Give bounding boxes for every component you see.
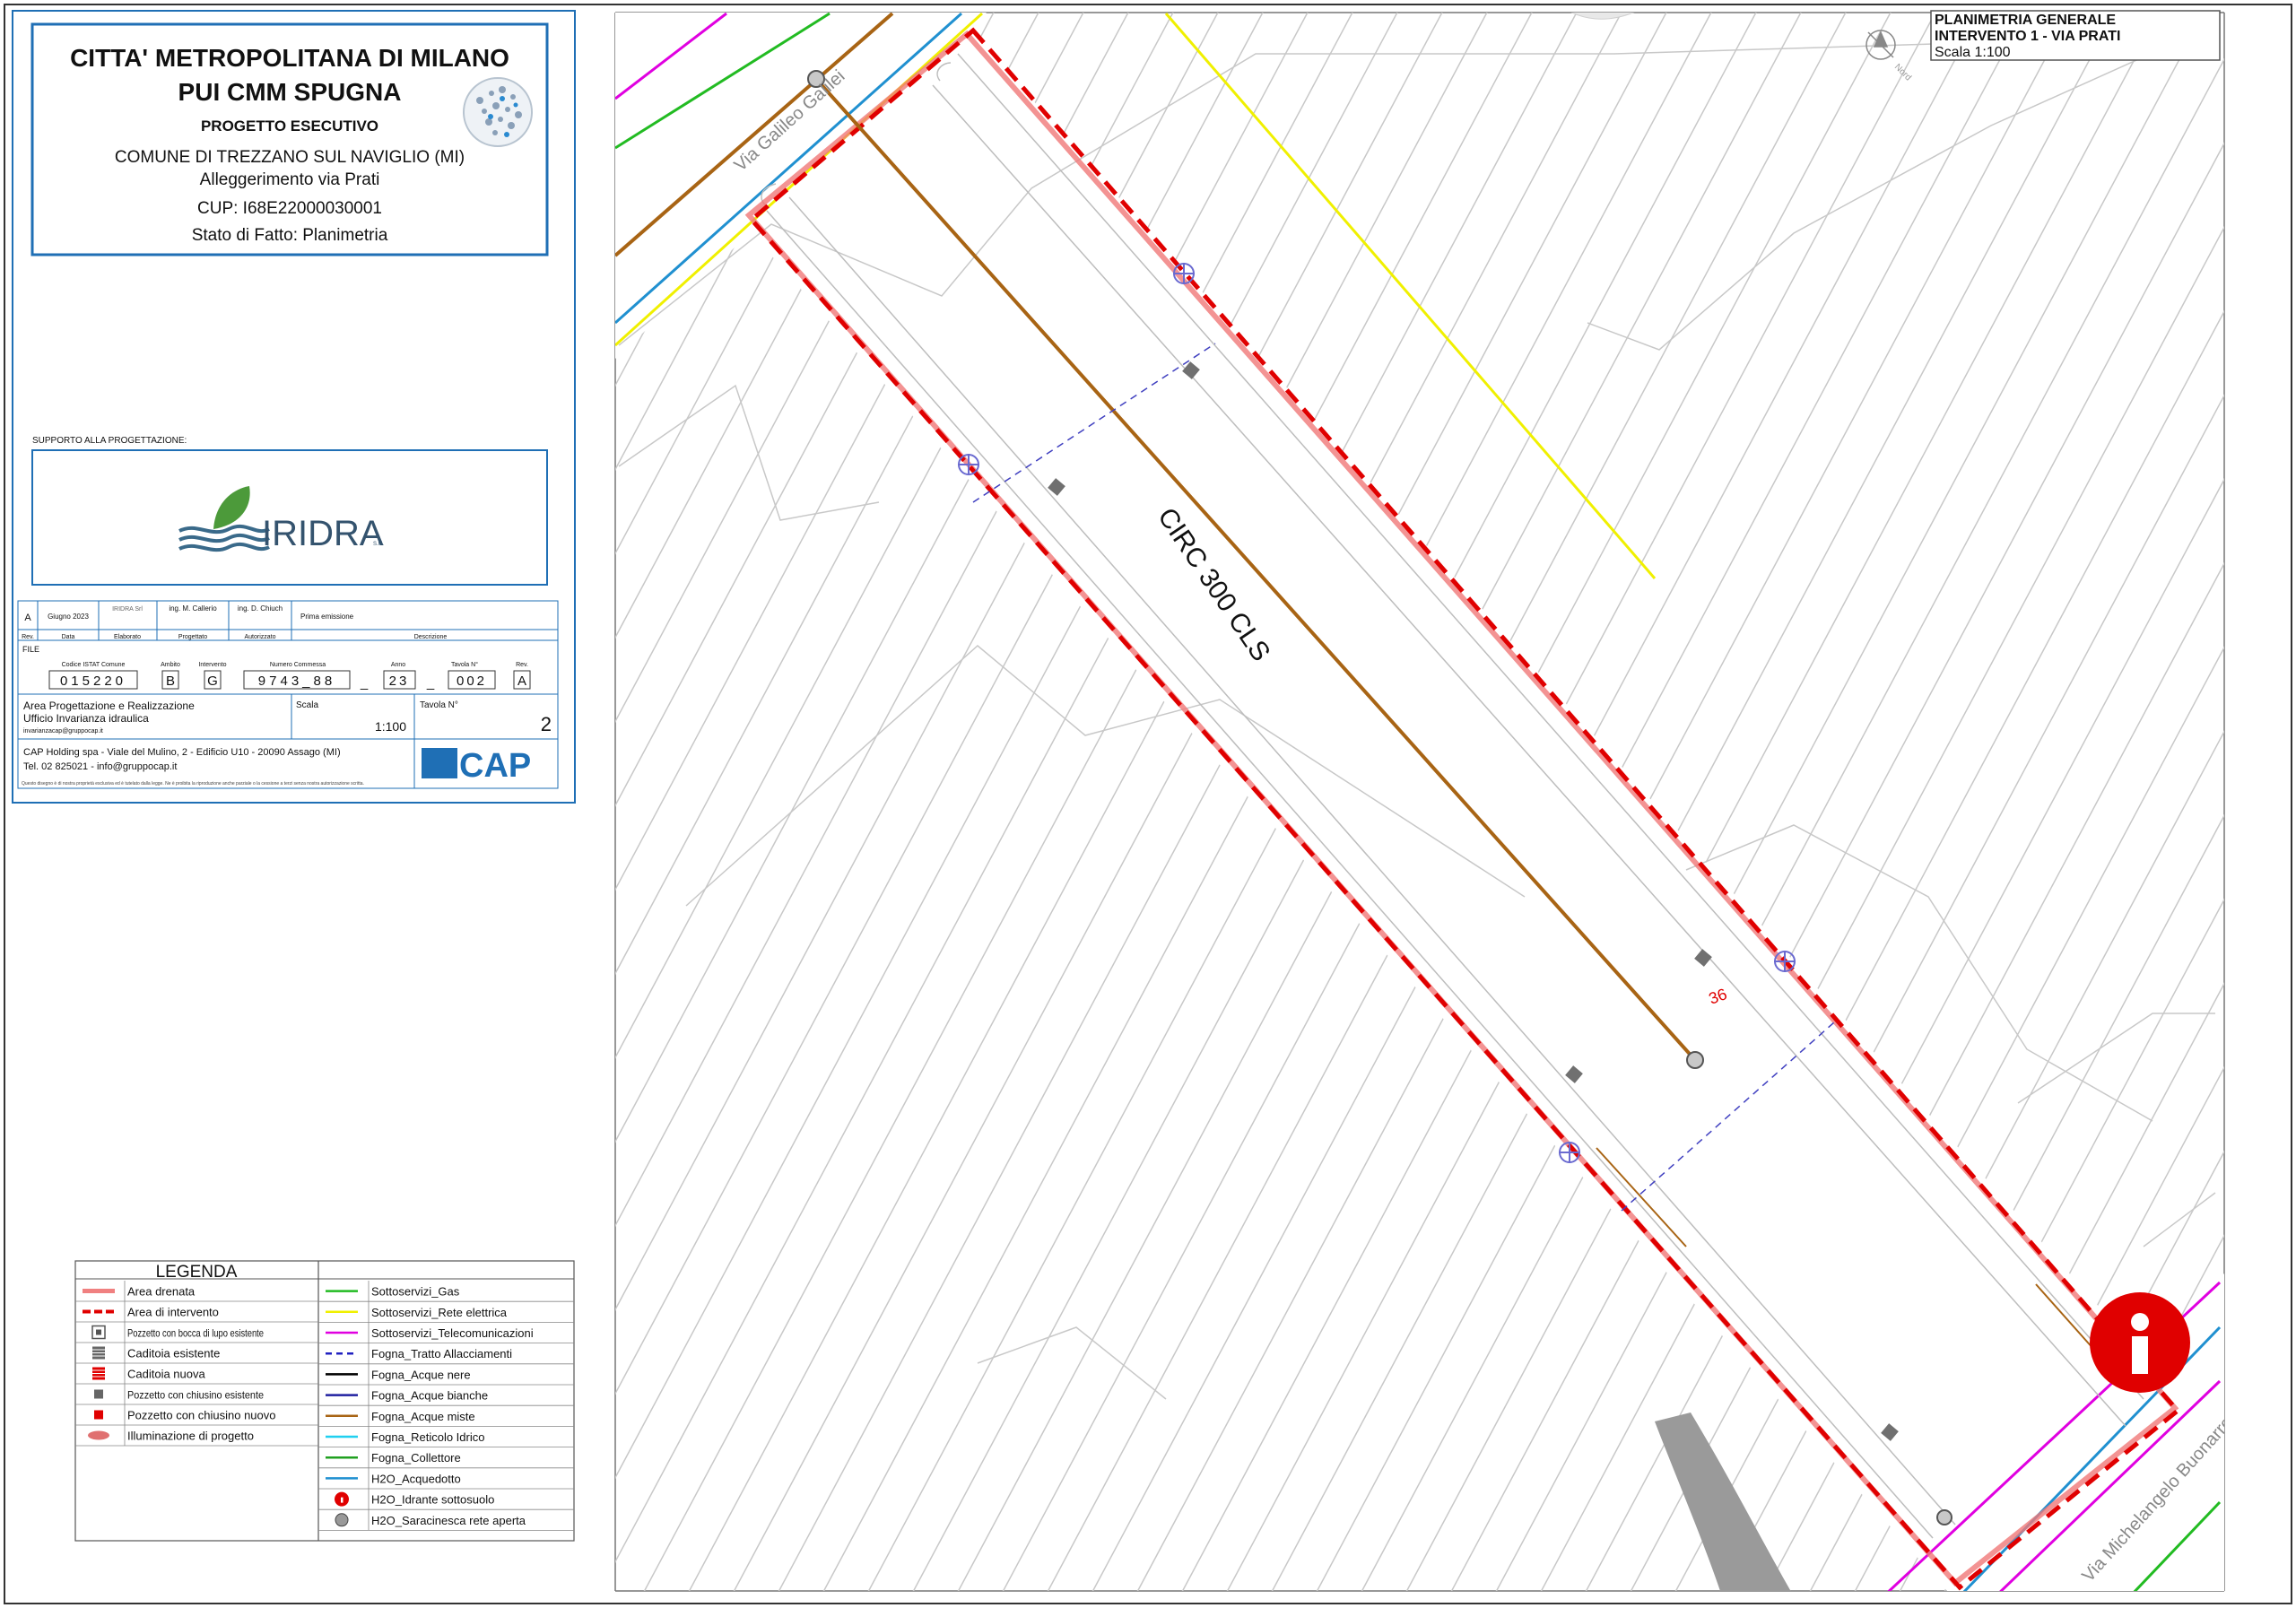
drawing-sheet: Nord Via Galileo Galilei Via Michelangel… [4, 4, 2292, 1604]
title-block: CITTA' METROPOLITANA DI MILANO PUI CMM S… [12, 10, 576, 804]
legend-label: Pozzetto con bocca di lupo esistente [127, 1327, 264, 1340]
sheet-header: PLANIMETRIA GENERALE INTERVENTO 1 - VIA … [1930, 10, 2221, 61]
legend-label: Caditoia esistente [127, 1347, 220, 1360]
svg-text:S.r.l.: S.r.l. [373, 542, 384, 547]
office-scala: 1:100 [375, 719, 406, 734]
legend-label: Fogna_Collettore [371, 1451, 461, 1465]
legend-label: Pozzetto con chiusino nuovo [127, 1409, 276, 1422]
svg-text:Rev.: Rev. [22, 634, 34, 640]
office-ufficio: Ufficio Invarianza idraulica [23, 712, 149, 725]
sheet-header-title: PLANIMETRIA GENERALE [1935, 13, 2116, 28]
legend-label: Pozzetto con chiusino esistente [127, 1389, 264, 1402]
file-commessa: 9743_88 [258, 674, 335, 689]
file-tavola: 002 [457, 674, 487, 689]
valve-bottom [1686, 1051, 1704, 1069]
legend-symbol [335, 1491, 349, 1507]
file-intervento: G [207, 674, 218, 689]
legend-label: Fogna_Reticolo Idrico [371, 1430, 484, 1444]
rev-value: A [24, 613, 31, 623]
office-contact: Tel. 02 825021 - info@gruppocap.it [23, 761, 177, 772]
office-tavola: 2 [541, 713, 552, 735]
legend-label: Area di intervento [127, 1306, 219, 1319]
svg-text:_: _ [360, 675, 369, 691]
legend-label: Fogna_Acque miste [371, 1410, 475, 1423]
svg-text:FILE: FILE [22, 645, 39, 654]
hydrant-symbol [2090, 1292, 2190, 1393]
svg-text:Elaborato: Elaborato [114, 634, 141, 640]
svg-text:Progettato: Progettato [178, 634, 207, 640]
legend-label: H2O_Idrante sottosuolo [371, 1493, 494, 1507]
office-holding: CAP Holding spa - Viale del Mulino, 2 - … [23, 747, 341, 758]
legend-symbol [335, 1513, 349, 1527]
pipe-circ-300 [814, 77, 1697, 1062]
legend-label: Caditoia nuova [127, 1368, 205, 1381]
rev-elaborato: IRIDRA Srl [112, 606, 143, 613]
title-line3: PROGETTO ESECUTIVO [201, 117, 378, 135]
svg-text:Ambito: Ambito [161, 662, 180, 668]
rev-autorizzato: ing. D. Chiuch [238, 604, 283, 613]
rev-progettato: ing. M. Callerio [169, 604, 217, 613]
legend-label: H2O_Acquedotto [371, 1472, 461, 1485]
title-cup: CUP: I68E22000030001 [197, 199, 382, 218]
svg-text:Tavola N°: Tavola N° [420, 700, 458, 710]
legend-label: Area drenata [127, 1285, 196, 1299]
supporto-label: SUPPORTO ALLA PROGETTAZIONE: [32, 436, 187, 446]
legend-label: H2O_Saracinesca rete aperta [371, 1514, 526, 1527]
legend-symbol [92, 1367, 105, 1380]
sheet-header-subtitle: INTERVENTO 1 - VIA PRATI [1935, 29, 2120, 44]
office-area: Area Progettazione e Realizzazione [23, 700, 195, 712]
office-email: invarianzacap@gruppocap.it [23, 728, 103, 734]
legend-label: Sottoservizi_Rete elettrica [371, 1306, 508, 1319]
iridra-logo-text: IRIDRA [262, 514, 384, 553]
road-area-grey [1655, 1412, 1791, 1591]
file-anno: 23 [389, 674, 410, 689]
file-ambito: B [166, 674, 175, 689]
legend-symbol [92, 1346, 105, 1360]
rev-descrizione: Prima emissione [300, 613, 354, 621]
legend-label: Fogna_Tratto Allacciamenti [371, 1347, 512, 1360]
svg-text:Data: Data [62, 634, 75, 640]
rev-data: Giugno 2023 [48, 613, 89, 621]
spugna-logo [463, 77, 533, 147]
svg-text:Intervento: Intervento [198, 662, 226, 668]
title-stato: Stato di Fatto: Planimetria [192, 226, 388, 245]
svg-text:Tavola N°: Tavola N° [451, 661, 478, 668]
title-line2: PUI CMM SPUGNA [178, 78, 402, 106]
file-istat: 015220 [60, 674, 126, 689]
title-line1: CITTA' METROPOLITANA DI MILANO [70, 44, 509, 72]
legend-label: Sottoservizi_Telecomunicazioni [371, 1326, 534, 1340]
disclaimer: Questo disegno è di nostra proprietà esc… [22, 781, 364, 787]
legend-label: Sottoservizi_Gas [371, 1285, 460, 1299]
svg-text:Descrizione: Descrizione [414, 634, 448, 640]
title-comune: COMUNE DI TREZZANO SUL NAVIGLIO (MI) [115, 148, 465, 167]
legend-symbol [88, 1430, 109, 1440]
legend-label: Fogna_Acque nere [371, 1368, 471, 1381]
svg-text:Rev.: Rev. [516, 662, 528, 668]
file-rev: A [517, 674, 526, 689]
legend-label: Illuminazione di progetto [127, 1430, 254, 1443]
north-label: Nord [1892, 62, 1913, 83]
svg-text:GRUPPO: GRUPPO [408, 752, 413, 775]
legend-title: LEGENDA [156, 1263, 238, 1282]
svg-text:Anno: Anno [391, 662, 405, 668]
legend-symbol [94, 1410, 103, 1420]
cap-logo-text: CAP [459, 747, 531, 785]
legend: LEGENDA Area drenata Area di intervento Po… [74, 1260, 575, 1542]
svg-text:Scala: Scala [296, 700, 318, 710]
svg-text:Autorizzato: Autorizzato [244, 634, 275, 640]
sheet-header-scale: Scala 1:100 [1935, 45, 2011, 60]
legend-label: Fogna_Acque bianche [371, 1389, 488, 1403]
svg-text:Codice ISTAT Comune: Codice ISTAT Comune [62, 662, 126, 668]
legend-symbol [94, 1389, 103, 1399]
title-oggetto: Alleggerimento via Prati [200, 170, 380, 189]
svg-text:Numero Commessa: Numero Commessa [270, 662, 326, 668]
svg-text:_: _ [426, 675, 435, 691]
